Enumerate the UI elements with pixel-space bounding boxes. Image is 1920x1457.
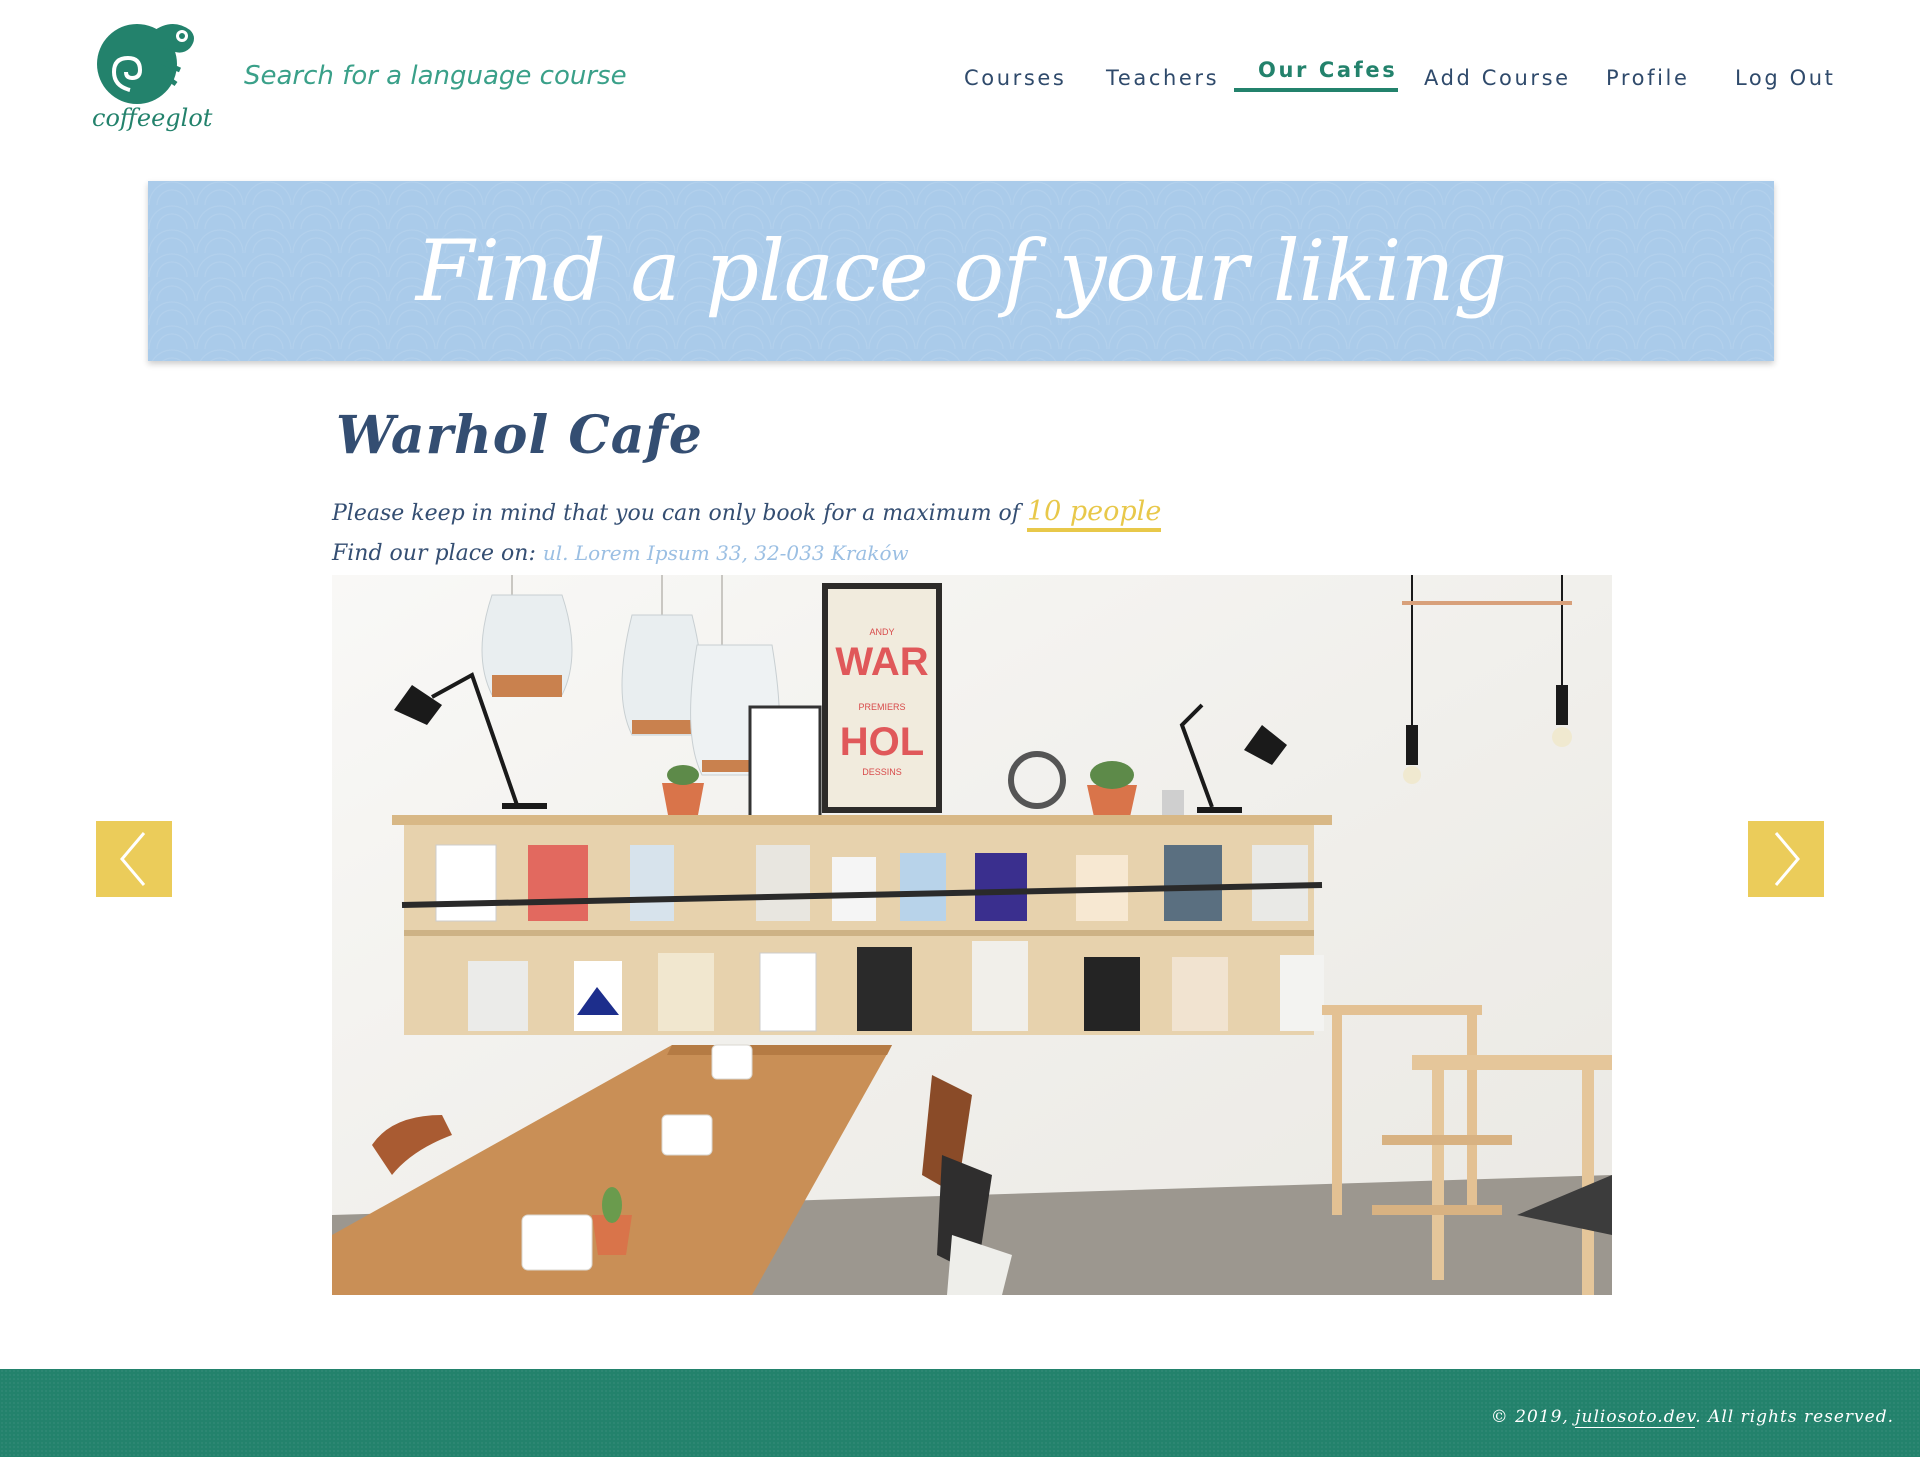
nav-log-out[interactable]: Log Out [1735,66,1835,90]
logo[interactable]: coffeeglot [92,12,213,147]
cafe-interior-image: ANDY WAR PREMIERS HOL DESSINS [332,575,1612,1295]
search-course-input[interactable]: Search for a language course [244,61,627,91]
logo-text: coffeeglot [92,104,213,132]
poster-hol: HOL [840,720,924,764]
poster-andy: ANDY [869,627,894,637]
cafe-title: Warhol Cafe [336,405,703,466]
author-link[interactable]: juliosoto.dev [1575,1407,1696,1428]
nav-add-course[interactable]: Add Course [1424,66,1571,90]
nav-teachers[interactable]: Teachers [1106,66,1219,90]
site-header: coffeeglot Search for a language course … [0,0,1920,160]
poster-dessins: DESSINS [862,767,902,777]
copyright-suffix: . All rights reserved. [1695,1407,1894,1427]
poster-war: WAR [835,640,928,684]
cafe-photo: ANDY WAR PREMIERS HOL DESSINS [332,575,1612,1295]
site-footer: © 2019, juliosoto.dev. All rights reserv… [0,1369,1920,1457]
booking-limit: 10 people [1026,496,1162,532]
booking-note-text: Please keep in mind that you can only bo… [332,501,1027,526]
carousel-next-button[interactable] [1748,821,1824,897]
cafe-address: Find our place on: ul. Lorem Ipsum 33, 3… [332,541,909,566]
poster-premiers: PREMIERS [858,702,905,712]
nav-profile[interactable]: Profile [1606,66,1690,90]
hero-banner: Find a place of your liking [148,181,1774,361]
banner-title: Find a place of your liking [415,222,1507,320]
address-label: Find our place on: [332,541,543,566]
address-link[interactable]: ul. Lorem Ipsum 33, 32-033 Kraków [543,541,909,565]
carousel-prev-button[interactable] [96,821,172,897]
chevron-left-icon [120,832,146,886]
copyright-prefix: © 2019, [1490,1407,1576,1427]
active-nav-underline [1234,88,1398,92]
chameleon-icon [97,23,194,104]
booking-note: Please keep in mind that you can only bo… [332,496,1162,532]
copyright-text: © 2019, juliosoto.dev. All rights reserv… [1490,1407,1894,1428]
chevron-right-icon [1774,832,1800,886]
nav-courses[interactable]: Courses [964,66,1066,90]
nav-our-cafes[interactable]: Our Cafes [1258,58,1397,82]
